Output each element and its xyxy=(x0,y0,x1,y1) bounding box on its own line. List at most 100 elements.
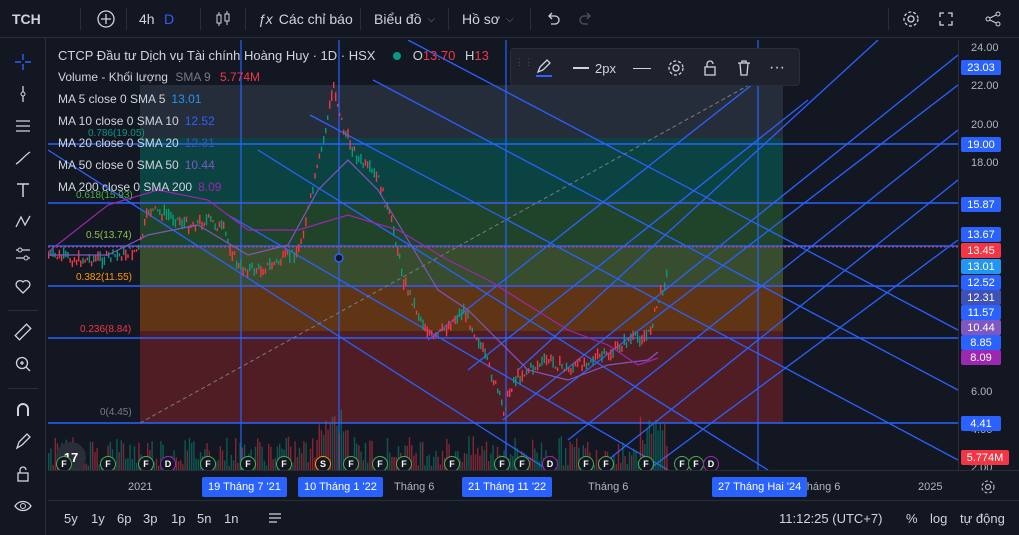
event-marker[interactable]: D xyxy=(703,456,719,470)
chart-legend-title[interactable]: CTCP Đầu tư Dịch vụ Tài chính Hoàng Huy … xyxy=(58,48,489,63)
interval-4h[interactable]: 4h xyxy=(139,0,155,38)
magnet-icon[interactable] xyxy=(0,394,46,426)
price-scale[interactable]: 24.00 22.00 20.00 18.00 6.00 4.00 2.00 2… xyxy=(958,40,1019,474)
event-marker[interactable]: F xyxy=(100,456,116,470)
event-marker[interactable]: F xyxy=(56,456,72,470)
volume-bar xyxy=(415,452,417,470)
date-range-icon[interactable] xyxy=(266,509,284,530)
volume-bar xyxy=(116,439,118,470)
legend-volume[interactable]: Volume - Khối lượng SMA 9 5.774M xyxy=(58,70,260,84)
more-options-icon[interactable]: ··· xyxy=(769,58,785,78)
event-marker[interactable]: F xyxy=(578,456,594,470)
heart-icon[interactable] xyxy=(0,270,46,302)
candle xyxy=(621,345,623,352)
candle xyxy=(664,282,666,290)
event-marker[interactable]: F xyxy=(494,456,510,470)
settings-gear-icon[interactable] xyxy=(902,0,920,38)
share-icon[interactable] xyxy=(984,0,1002,38)
line-style-icon[interactable] xyxy=(633,58,651,78)
auto-toggle[interactable]: tự động xyxy=(960,511,1005,526)
legend-ma-50[interactable]: MA 50 close 0 SMA 50 10.44 xyxy=(58,158,215,172)
event-marker[interactable]: F xyxy=(396,456,412,470)
drawing-properties-toolbar: ⋮⋮ 2px ··· xyxy=(510,48,800,86)
event-marker[interactable]: F xyxy=(240,456,256,470)
candle xyxy=(138,244,140,250)
candle xyxy=(616,341,619,351)
fullscreen-icon[interactable] xyxy=(938,0,954,38)
clock-timezone[interactable]: 11:12:25 (UTC+7) xyxy=(779,511,882,526)
legend-ma-10[interactable]: MA 10 close 0 SMA 10 12.52 xyxy=(58,114,215,128)
redo-icon[interactable] xyxy=(578,0,594,38)
event-marker[interactable]: D xyxy=(160,456,176,470)
range-1m[interactable]: 1p xyxy=(171,511,185,526)
event-marker[interactable]: F xyxy=(444,456,460,470)
interval-daily[interactable]: D xyxy=(164,0,174,38)
fib-lines-icon[interactable] xyxy=(0,110,46,142)
prediction-icon[interactable] xyxy=(0,238,46,270)
candle xyxy=(278,260,280,265)
drag-handle-icon[interactable]: ⋮⋮ xyxy=(515,58,533,77)
candle xyxy=(552,356,554,368)
volume-bar xyxy=(336,425,338,470)
range-5y[interactable]: 5y xyxy=(64,511,78,526)
chart-type-label: Biểu đồ xyxy=(374,11,422,27)
range-6m[interactable]: 6p xyxy=(117,511,131,526)
event-marker[interactable]: F xyxy=(688,456,704,470)
ruler-icon[interactable] xyxy=(0,316,46,348)
eye-icon[interactable] xyxy=(0,490,46,522)
candle xyxy=(235,260,238,269)
chevron-down-icon: ⌵ xyxy=(427,13,436,25)
layout-dropdown[interactable]: Hồ sơ ⌵ xyxy=(462,0,514,38)
trash-icon[interactable] xyxy=(735,58,753,78)
event-marker[interactable]: D xyxy=(542,456,558,470)
range-5d[interactable]: 5n xyxy=(197,511,211,526)
time-scale[interactable]: 2021 Tháng 6 Tháng 6 Tháng 6 2025 19 Thá… xyxy=(48,470,1019,500)
volume-bar xyxy=(232,460,235,470)
range-1y[interactable]: 1y xyxy=(91,511,105,526)
text-tool-icon[interactable] xyxy=(0,174,46,206)
brush-icon[interactable] xyxy=(0,142,46,174)
event-marker[interactable]: S xyxy=(315,456,331,470)
undo-icon[interactable] xyxy=(545,0,561,38)
crosshair-icon[interactable] xyxy=(0,46,46,78)
volume-bar xyxy=(118,452,120,470)
drawing-settings-icon[interactable] xyxy=(667,58,685,78)
add-symbol-icon[interactable] xyxy=(96,0,116,38)
pattern-icon[interactable] xyxy=(0,206,46,238)
percent-toggle[interactable]: % xyxy=(906,511,918,526)
drawing-lock-icon[interactable] xyxy=(701,58,719,78)
candle xyxy=(331,90,333,101)
indicators-button[interactable]: ƒx Các chỉ báo xyxy=(258,0,353,38)
chart-settings-gear-icon[interactable] xyxy=(980,479,996,498)
candle xyxy=(556,367,559,372)
chart-pane[interactable]: CTCP Đầu tư Dịch vụ Tài chính Hoàng Huy … xyxy=(48,40,958,470)
event-marker[interactable]: F xyxy=(514,456,530,470)
range-1d[interactable]: 1n xyxy=(224,511,238,526)
ma-value: 12.31 xyxy=(184,136,215,150)
volume-bar xyxy=(389,452,391,470)
range-3m[interactable]: 3p xyxy=(143,511,157,526)
event-marker[interactable]: F xyxy=(276,456,292,470)
chart-type-dropdown[interactable]: Biểu đồ ⌵ xyxy=(374,0,435,38)
legend-ma-5[interactable]: MA 5 close 0 SMA 5 13.01 xyxy=(58,92,201,106)
candle xyxy=(148,209,150,216)
log-toggle[interactable]: log xyxy=(930,511,947,526)
zoom-icon[interactable] xyxy=(0,348,46,380)
pencil-lock-icon[interactable] xyxy=(0,426,46,458)
line-color-icon[interactable] xyxy=(535,58,553,78)
candle xyxy=(355,155,358,165)
candle xyxy=(656,306,658,309)
volume-bar xyxy=(565,447,567,470)
event-marker[interactable]: F xyxy=(343,456,359,470)
event-marker[interactable]: F xyxy=(138,456,154,470)
line-handle[interactable] xyxy=(334,253,344,263)
candles-icon[interactable] xyxy=(214,0,232,38)
lock-icon[interactable] xyxy=(0,458,46,490)
event-marker[interactable]: F xyxy=(598,456,614,470)
event-marker[interactable]: F xyxy=(200,456,216,470)
line-width-button[interactable]: 2px xyxy=(573,58,616,78)
event-marker[interactable]: F xyxy=(372,456,388,470)
trend-line-icon[interactable] xyxy=(0,78,46,110)
symbol-search[interactable]: TCH xyxy=(12,0,41,38)
event-marker[interactable]: F xyxy=(638,456,654,470)
